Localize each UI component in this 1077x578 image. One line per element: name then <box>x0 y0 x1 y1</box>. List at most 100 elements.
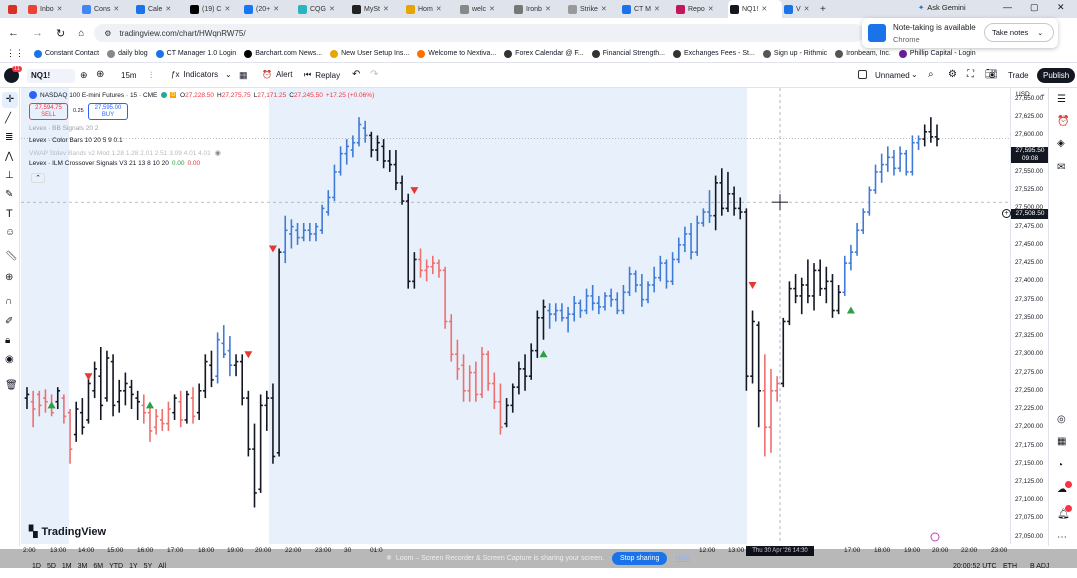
ruler-tool[interactable]: 📏︎ <box>5 251 18 262</box>
browser-tab[interactable]: Inbo ✕ <box>26 0 80 18</box>
bookmark-item[interactable]: Ironbeam, Inc. <box>835 49 891 58</box>
trash-tool[interactable]: 🗑︎ <box>5 380 18 391</box>
browser-tab[interactable]: Strike ✕ <box>566 0 620 18</box>
target-icon[interactable]: ◎ <box>1057 414 1066 425</box>
browser-tab[interactable]: (20+ ✕ <box>242 0 296 18</box>
alert-button[interactable]: ⏰ Alert <box>262 70 292 79</box>
close-icon[interactable]: ✕ <box>654 5 660 13</box>
minimize-button[interactable]: — <box>1003 2 1012 12</box>
event-marker-icon[interactable] <box>930 532 940 542</box>
browser-tab[interactable]: Ironb ✕ <box>512 0 566 18</box>
bookmark-item[interactable]: Forex Calendar @ F... <box>504 49 584 58</box>
new-tab-button[interactable]: + <box>820 4 826 15</box>
close-icon[interactable]: ✕ <box>329 5 335 13</box>
bookmark-item[interactable]: CT Manager 1.0 Login <box>155 49 236 58</box>
browser-tab[interactable]: Cale ✕ <box>134 0 188 18</box>
position-tool[interactable]: ⊥ <box>5 170 14 181</box>
fib-tool[interactable]: ≣ <box>5 132 13 143</box>
undo-icon[interactable]: ↶ <box>352 69 360 80</box>
site-info-icon[interactable]: ⚙ <box>104 29 111 38</box>
eye-tool[interactable]: ◉ <box>5 354 14 365</box>
data-window-icon[interactable]: ◈ <box>1057 138 1065 149</box>
interval-select[interactable]: 15m <box>121 71 137 80</box>
browser-tab[interactable]: Cons ✕ <box>80 0 134 18</box>
chevron-down-icon[interactable]: ⌄ <box>911 70 918 79</box>
close-icon[interactable]: ✕ <box>761 5 767 13</box>
url-field[interactable]: ⚙ tradingview.com/chart/HWqnRW75/ <box>94 24 865 42</box>
browser-tab[interactable]: MySt ✕ <box>350 0 404 18</box>
trade-button[interactable]: Trade <box>1008 71 1029 80</box>
back-icon[interactable]: ← <box>8 27 19 39</box>
chart-pane[interactable]: NASDAQ 100 E-mini Futures · 15 · CME D O… <box>21 88 1010 544</box>
replay-button[interactable]: ⏮ Replay <box>304 70 340 80</box>
bookmark-item[interactable]: Constant Contact <box>34 49 99 58</box>
close-icon[interactable]: ✕ <box>489 5 495 13</box>
indicators-button[interactable]: ƒx Indicators <box>171 70 218 79</box>
collapse-legend-button[interactable]: ⌃ <box>31 173 45 183</box>
more-icon[interactable]: ⋯ <box>1057 532 1067 543</box>
take-notes-button[interactable]: Take notes ⌄ <box>984 23 1054 42</box>
layout-icon[interactable] <box>858 70 867 79</box>
lock-tool[interactable]: 🔒︎ <box>5 335 10 346</box>
text-tool[interactable]: T <box>6 208 13 220</box>
apps-grid-icon[interactable]: ⋮⋮ <box>6 48 24 59</box>
compare-icon[interactable]: ⊕ <box>80 70 88 81</box>
publish-button[interactable]: Publish <box>1037 68 1076 83</box>
indicator-color-bars[interactable]: Levex · Color Bars 10 20 5 9 0.1 <box>29 137 123 144</box>
indicator-bb-signals[interactable]: Levex · BB Signals 20 2 <box>29 125 98 132</box>
close-icon[interactable]: ✕ <box>273 5 279 13</box>
ask-gemini-button[interactable]: ✦ Ask Gemini <box>918 3 966 12</box>
trend-line-tool[interactable]: ╱ <box>5 113 11 124</box>
close-icon[interactable]: ✕ <box>224 5 230 13</box>
browser-tab[interactable]: welc ✕ <box>458 0 512 18</box>
close-icon[interactable]: ✕ <box>804 5 810 13</box>
close-icon[interactable]: ✕ <box>113 5 119 13</box>
indicator-ilm-crossover[interactable]: Levex · ILM Crossover Signals V3 21 13 8… <box>29 160 200 167</box>
stay-drawing-tool[interactable]: ✐ <box>5 316 13 327</box>
layout-name[interactable]: Unnamed <box>875 71 910 80</box>
close-icon[interactable]: ✕ <box>436 5 442 13</box>
settings-icon[interactable]: ⚙ <box>948 69 957 80</box>
price-axis[interactable]: USD ⌄ 27,650.0027,625.0027,600.0027,575.… <box>1010 88 1049 544</box>
close-icon[interactable]: ✕ <box>708 5 714 13</box>
pattern-tool[interactable]: ⋀ <box>5 151 13 162</box>
sell-button[interactable]: 27,594.75 SELL <box>29 103 68 120</box>
browser-tab[interactable] <box>6 0 26 18</box>
redo-icon[interactable]: ↷ <box>370 69 378 80</box>
snapshot-icon[interactable]: 📷︎ <box>985 69 998 80</box>
browser-tab[interactable]: (19) C ✕ <box>188 0 242 18</box>
calendar-icon[interactable]: ▦ <box>1057 436 1066 447</box>
bar-style-icon[interactable]: ⫶ <box>150 70 152 81</box>
fullscreen-icon[interactable]: ⛶ <box>967 69 974 80</box>
bookmark-item[interactable]: Exchanges Fees - St... <box>673 49 755 58</box>
ideas-icon[interactable]: ◔ <box>1057 460 1063 471</box>
chat-icon[interactable]: ✉ <box>1057 162 1065 173</box>
close-icon[interactable]: ✕ <box>383 5 389 13</box>
crosshair-tool[interactable]: ✛ <box>2 92 18 108</box>
symbol-search[interactable]: NQ1! <box>27 69 75 83</box>
browser-tab[interactable]: Hom ✕ <box>404 0 458 18</box>
close-icon[interactable]: ✕ <box>601 5 607 13</box>
browser-tab[interactable]: Repo ✕ <box>674 0 728 18</box>
magnet-tool[interactable]: ∩ <box>5 296 12 307</box>
templates-icon[interactable]: ▦ <box>239 70 248 81</box>
chevron-down-icon[interactable]: ⌄ <box>225 70 232 79</box>
bookmark-item[interactable]: New User Setup Ins... <box>330 49 409 58</box>
close-icon[interactable]: ✕ <box>545 5 551 13</box>
close-icon[interactable]: ✕ <box>165 5 171 13</box>
emoji-tool[interactable]: ☺ <box>5 227 15 238</box>
bookmark-item[interactable]: daily blog <box>107 49 148 58</box>
home-icon[interactable]: ⌂ <box>78 28 84 39</box>
browser-tab[interactable]: CT M ✕ <box>620 0 674 18</box>
forward-icon[interactable]: → <box>32 27 43 39</box>
maximize-button[interactable]: ▢ <box>1030 2 1039 13</box>
close-window-button[interactable]: ✕ <box>1057 2 1065 13</box>
reload-icon[interactable]: ↻ <box>56 27 65 40</box>
zoom-tool[interactable]: ⊕ <box>5 272 13 283</box>
bookmark-item[interactable]: Sign up - Rithmic <box>762 49 827 58</box>
browser-tab[interactable]: CQG ✕ <box>296 0 350 18</box>
eye-icon[interactable]: ◉ <box>215 149 221 157</box>
browser-tab[interactable]: V ✕ <box>782 0 814 18</box>
bookmark-item[interactable]: Financial Strength... <box>591 49 665 58</box>
bookmark-item[interactable]: Phillip Capital - Login <box>898 49 976 58</box>
